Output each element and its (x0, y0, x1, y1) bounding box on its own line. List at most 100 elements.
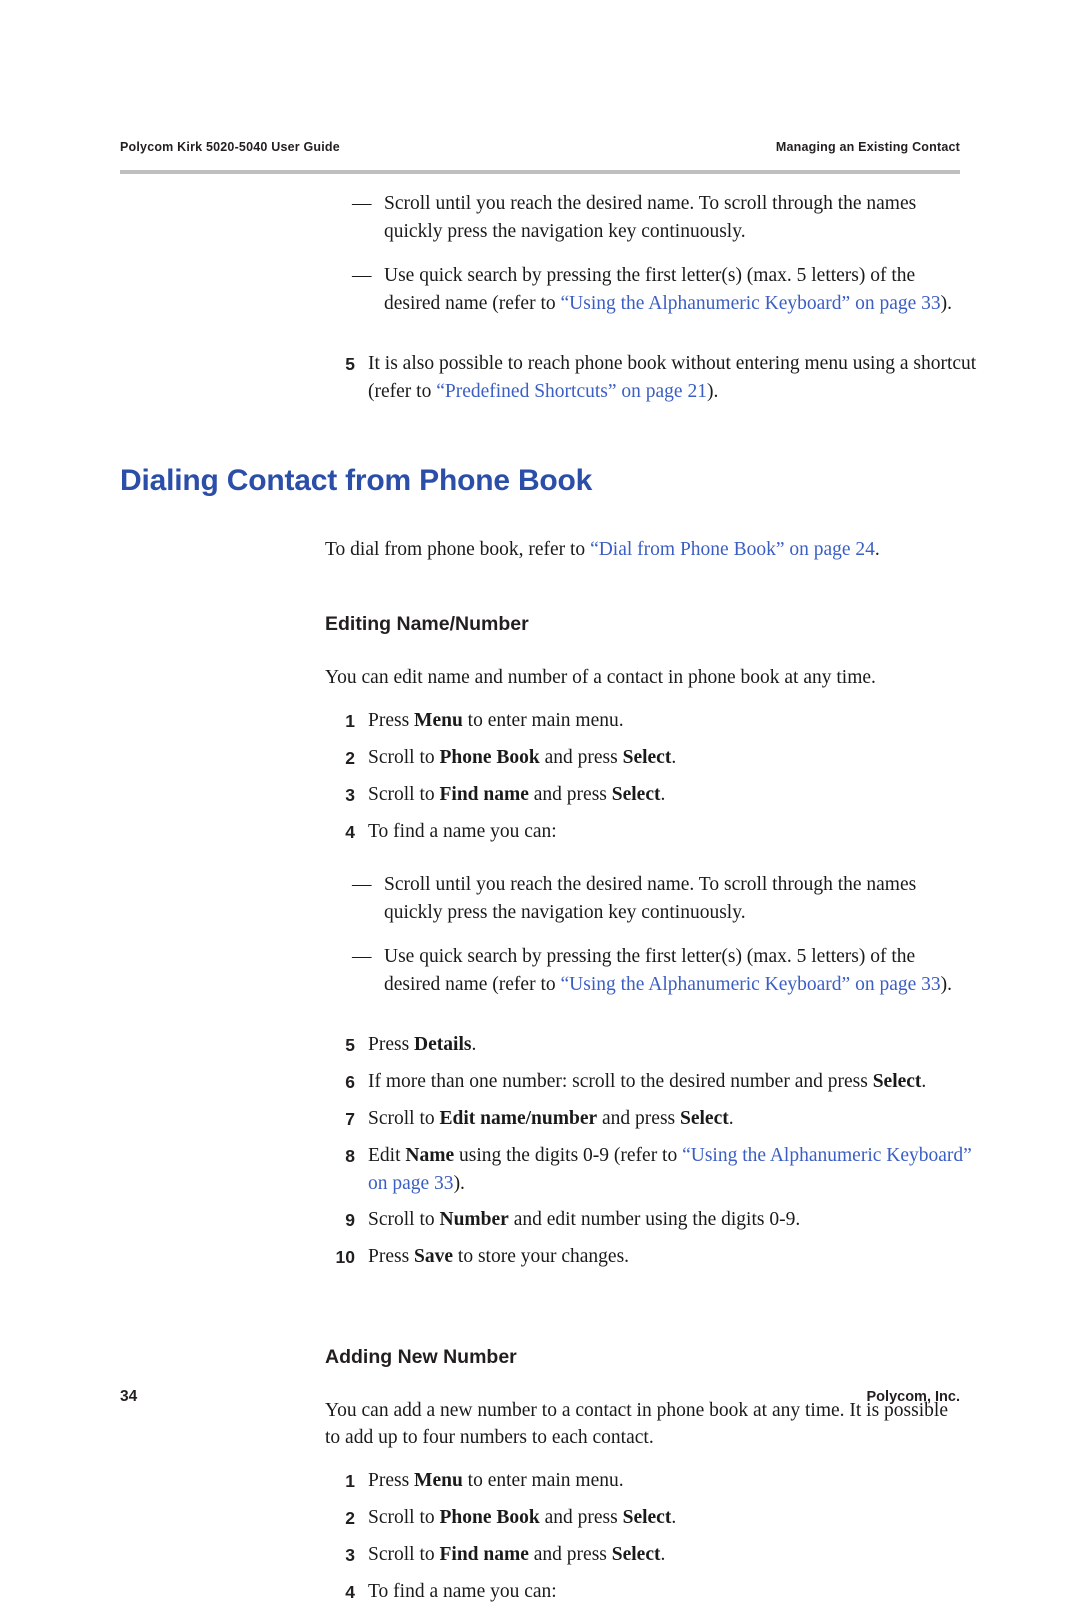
step-text-pre: If more than one number: scroll to the d… (368, 1071, 873, 1092)
step-number: 5 (345, 354, 355, 374)
step-number: 4 (345, 1582, 355, 1602)
step-number: 3 (345, 785, 355, 805)
step-text-bold: Find name (439, 1544, 529, 1565)
step-text-bold2: Select (622, 1507, 672, 1528)
step-text-post: ). (453, 1172, 465, 1194)
step-number: 2 (345, 748, 355, 768)
step-text-pre: Press (368, 1034, 415, 1055)
step-text-pre: Scroll to (368, 1108, 440, 1129)
step-text-mid: to enter main menu. (462, 1470, 624, 1491)
text-before-link: To dial from phone book, refer to (325, 539, 591, 560)
header-right-title: Managing an Existing Contact (775, 140, 960, 154)
step-number: 7 (345, 1109, 355, 1129)
step-text-post: . (671, 1507, 677, 1528)
document-page: Polycom Kirk 5020-5040 User Guide Managi… (0, 0, 1080, 1602)
step-number: 1 (345, 711, 355, 731)
step-number: 6 (345, 1072, 355, 1092)
text-after-link: ). (940, 292, 953, 314)
list-item: — Scroll until you reach the desired nam… (352, 871, 967, 926)
step-text-pre: Press (368, 710, 415, 731)
list-item: — Scroll until you reach the desired nam… (352, 190, 967, 245)
step-number: 10 (335, 1247, 355, 1267)
subsection-intro-paragraph: You can edit name and number of a contac… (325, 664, 960, 691)
step-number: 3 (345, 1545, 355, 1565)
list-item: 1 Press Menu to enter main menu. (325, 1467, 985, 1495)
step-text-pre: Scroll to (368, 1507, 440, 1528)
dash-bullet: — (352, 265, 372, 286)
section-intro-paragraph: To dial from phone book, refer to “Dial … (325, 536, 960, 563)
step-text-bold2: Select (611, 1544, 661, 1565)
step-number: 9 (345, 1210, 355, 1230)
step-text: Press Menu to enter main menu. (368, 707, 985, 735)
step-text-mid: and press (539, 747, 623, 768)
step-text: Scroll to Find name and press Select. (368, 1541, 985, 1569)
step-text-bold: Number (439, 1209, 509, 1230)
step-text: Press Menu to enter main menu. (368, 1467, 985, 1495)
step-text-mid: and press (539, 1507, 623, 1528)
subsection-heading: Adding New Number (325, 1346, 517, 1368)
subsection-heading: Editing Name/Number (325, 613, 529, 635)
text-after-link: ). (706, 380, 719, 402)
step-text-bold: Phone Book (439, 747, 540, 768)
step-text-bold: Find name (439, 784, 529, 805)
page-footer: 34 Polycom, Inc. (120, 1388, 960, 1406)
list-item: 8 Edit Name using the digits 0-9 (refer … (325, 1142, 985, 1197)
step-text-mid: and press (528, 784, 612, 805)
step-text-mid: using the digits 0-9 (refer to (454, 1145, 683, 1166)
step-text-pre: Press (368, 1470, 415, 1491)
section-heading: Dialing Contact from Phone Book (120, 464, 593, 497)
step-text: If more than one number: scroll to the d… (368, 1068, 985, 1096)
list-item: 3 Scroll to Find name and press Select. (325, 1541, 985, 1569)
step-text-pre: Press (368, 1246, 415, 1267)
step-number: 8 (345, 1146, 355, 1166)
paragraph-text: You can edit name and number of a contac… (325, 667, 876, 688)
subsection-adding: Adding New Number (325, 1346, 960, 1369)
dash-text: Scroll until you reach the desired name.… (384, 193, 917, 242)
page-number: 34 (120, 1388, 138, 1405)
dash-text: Use quick search by pressing the first l… (384, 262, 967, 317)
subsection-editing: Editing Name/Number (325, 613, 960, 636)
step-text: To find a name you can: (368, 1581, 557, 1602)
step-text: Scroll to Number and edit number using t… (368, 1206, 985, 1234)
dash-bullet: — (352, 874, 372, 895)
footer-company: Polycom, Inc. (866, 1389, 960, 1405)
step-text-bold: Edit name/number (439, 1108, 598, 1129)
cross-reference-link[interactable]: “Using the Alphanumeric Keyboard” on pag… (561, 974, 941, 995)
step-text-mid: to store your changes. (453, 1246, 630, 1267)
list-item: 2 Scroll to Phone Book and press Select. (325, 744, 985, 772)
list-item: 3 Scroll to Find name and press Select. (325, 781, 985, 809)
step-text-pre: Scroll to (368, 1544, 440, 1565)
cross-reference-link[interactable]: “Using the Alphanumeric Keyboard” on pag… (561, 293, 941, 314)
header-divider (120, 170, 960, 174)
step-text-bold: Phone Book (439, 1507, 540, 1528)
step-number: 1 (345, 1471, 355, 1491)
step-text-mid: and press (597, 1108, 680, 1129)
step-text-bold: Menu (414, 1470, 463, 1491)
list-item: 1 Press Menu to enter main menu. (325, 707, 985, 735)
step-text-post: . (660, 1544, 666, 1565)
step-text-pre: Scroll to (368, 1209, 440, 1230)
step-text: Edit Name using the digits 0-9 (refer to… (368, 1142, 985, 1197)
list-item: 4 To find a name you can: (325, 1578, 985, 1606)
dash-text: Use quick search by pressing the first l… (384, 943, 967, 998)
step-text: Scroll to Phone Book and press Select. (368, 744, 985, 772)
step-text: Press Save to store your changes. (368, 1243, 985, 1271)
step-text-bold: Select (872, 1071, 922, 1092)
step-text-bold: Details (414, 1034, 472, 1055)
step-text-post: . (728, 1108, 734, 1129)
step-number: 5 (345, 1035, 355, 1055)
step-text: Scroll to Edit name/number and press Sel… (368, 1105, 985, 1133)
list-item: 10 Press Save to store your changes. (325, 1243, 985, 1271)
step-text-post: . (660, 784, 666, 805)
step-text-pre: Scroll to (368, 747, 440, 768)
step-text-mid: and edit number using the digits 0-9. (508, 1209, 801, 1230)
cross-reference-link[interactable]: “Dial from Phone Book” on page 24 (590, 539, 875, 560)
step-text: It is also possible to reach phone book … (368, 350, 985, 405)
dash-bullet: — (352, 193, 372, 214)
step-text-post: . (471, 1034, 477, 1055)
step-text-pre: Edit (368, 1145, 406, 1166)
cross-reference-link[interactable]: “Predefined Shortcuts” on page 21 (436, 381, 707, 402)
header-left-title: Polycom Kirk 5020-5040 User Guide (120, 140, 340, 154)
step-text-post: to enter main menu. (462, 710, 624, 731)
step-text: Press Details. (368, 1031, 985, 1059)
